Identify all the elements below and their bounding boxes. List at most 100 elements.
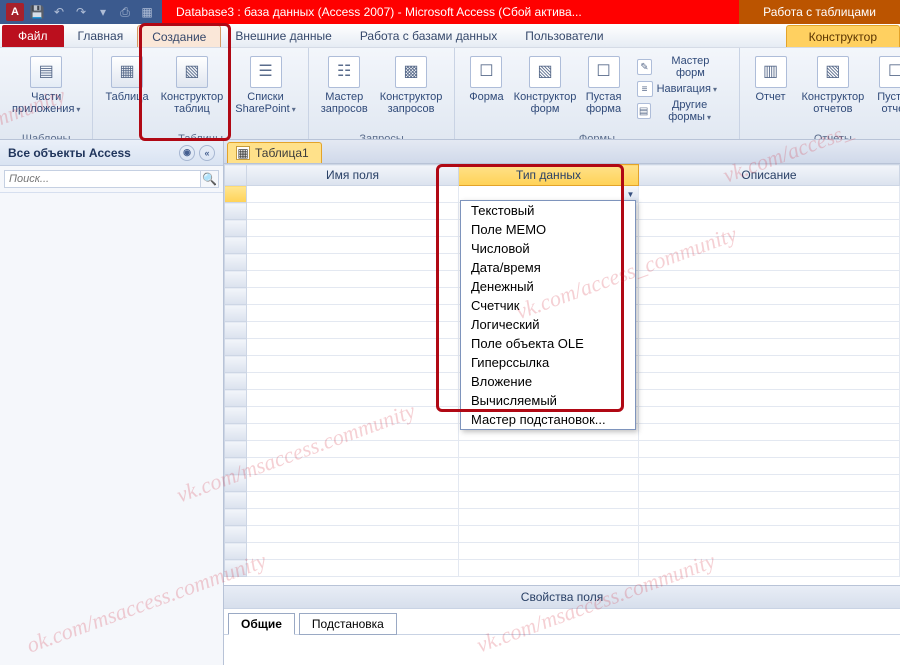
column-header-type[interactable]: Тип данных <box>459 165 639 186</box>
application-parts-button[interactable]: ▤ Части приложения <box>6 52 86 128</box>
row-selector[interactable] <box>225 271 247 288</box>
row-selector[interactable] <box>225 322 247 339</box>
save-icon[interactable]: 💾 <box>28 3 46 21</box>
cell-data-type[interactable] <box>459 560 639 577</box>
cell-description[interactable] <box>639 288 900 305</box>
row-selector[interactable] <box>225 305 247 322</box>
redo-icon[interactable]: ↷ <box>72 3 90 21</box>
cell-field-name[interactable] <box>247 271 459 288</box>
cell-description[interactable] <box>639 560 900 577</box>
dropdown-option[interactable]: Поле МЕМО <box>461 220 635 239</box>
quickprint-icon[interactable]: ⎙ <box>116 3 134 21</box>
data-type-dropdown[interactable]: ТекстовыйПоле МЕМОЧисловойДата/времяДене… <box>460 200 636 430</box>
cell-description[interactable] <box>639 458 900 475</box>
cell-description[interactable] <box>639 441 900 458</box>
form-wizard-button[interactable]: ✎Мастер форм <box>633 56 729 78</box>
cell-field-name[interactable] <box>247 492 459 509</box>
tab-designer[interactable]: Конструктор <box>786 25 900 47</box>
property-tab-lookup[interactable]: Подстановка <box>299 613 397 635</box>
cell-description[interactable] <box>639 186 900 203</box>
cell-description[interactable] <box>639 373 900 390</box>
cell-description[interactable] <box>639 203 900 220</box>
cell-data-type[interactable] <box>459 492 639 509</box>
report-designer-button[interactable]: ▧ Конструктор отчетов <box>796 52 871 128</box>
cell-field-name[interactable] <box>247 475 459 492</box>
cell-field-name[interactable] <box>247 356 459 373</box>
cell-description[interactable] <box>639 237 900 254</box>
sharepoint-lists-button[interactable]: ☰ Списки SharePoint <box>229 52 301 128</box>
cell-description[interactable] <box>639 339 900 356</box>
cell-field-name[interactable] <box>247 441 459 458</box>
search-icon[interactable]: 🔍 <box>201 170 219 188</box>
cell-data-type[interactable] <box>459 543 639 560</box>
cell-description[interactable] <box>639 543 900 560</box>
cell-description[interactable] <box>639 305 900 322</box>
tab-file[interactable]: Файл <box>2 25 64 47</box>
row-selector[interactable] <box>225 339 247 356</box>
dropdown-option[interactable]: Вложение <box>461 372 635 391</box>
dropdown-option[interactable]: Гиперссылка <box>461 353 635 372</box>
cell-description[interactable] <box>639 492 900 509</box>
cell-field-name[interactable] <box>247 373 459 390</box>
search-input[interactable] <box>4 170 201 188</box>
cell-data-type[interactable] <box>459 475 639 492</box>
cell-description[interactable] <box>639 322 900 339</box>
cell-field-name[interactable] <box>247 322 459 339</box>
cell-description[interactable] <box>639 526 900 543</box>
row-selector[interactable] <box>225 458 247 475</box>
row-selector[interactable] <box>225 543 247 560</box>
cell-field-name[interactable] <box>247 526 459 543</box>
select-all-corner[interactable] <box>225 165 247 186</box>
dropdown-option[interactable]: Мастер подстановок... <box>461 410 635 429</box>
dropdown-option[interactable]: Дата/время <box>461 258 635 277</box>
cell-field-name[interactable] <box>247 288 459 305</box>
form-button[interactable]: ☐ Форма <box>461 52 511 128</box>
cell-field-name[interactable] <box>247 220 459 237</box>
qat-menu-icon[interactable]: ▾ <box>94 3 112 21</box>
cell-field-name[interactable] <box>247 237 459 254</box>
cell-description[interactable] <box>639 254 900 271</box>
cell-field-name[interactable] <box>247 305 459 322</box>
blank-form-button[interactable]: ☐ Пустая форма <box>579 52 629 128</box>
other-forms-button[interactable]: ▤Другие формы <box>633 100 729 122</box>
row-selector[interactable] <box>225 560 247 577</box>
dropdown-option[interactable]: Вычисляемый <box>461 391 635 410</box>
cell-description[interactable] <box>639 271 900 288</box>
cell-field-name[interactable] <box>247 186 459 203</box>
cell-data-type[interactable] <box>459 509 639 526</box>
cell-field-name[interactable] <box>247 339 459 356</box>
column-header-name[interactable]: Имя поля <box>247 165 459 186</box>
cell-description[interactable] <box>639 407 900 424</box>
tab-external-data[interactable]: Внешние данные <box>221 25 346 47</box>
row-selector[interactable] <box>225 288 247 305</box>
dropdown-option[interactable]: Логический <box>461 315 635 334</box>
cell-description[interactable] <box>639 424 900 441</box>
row-selector[interactable] <box>225 220 247 237</box>
datasheet-icon[interactable]: ▦ <box>138 3 156 21</box>
row-selector[interactable] <box>225 390 247 407</box>
cell-data-type[interactable] <box>459 526 639 543</box>
navigation-button[interactable]: ≡Навигация <box>633 78 729 100</box>
cell-field-name[interactable] <box>247 458 459 475</box>
cell-field-name[interactable] <box>247 560 459 577</box>
tab-users[interactable]: Пользователи <box>511 25 617 47</box>
property-tab-general[interactable]: Общие <box>228 613 295 635</box>
row-selector[interactable] <box>225 509 247 526</box>
row-selector[interactable] <box>225 407 247 424</box>
navpane-header[interactable]: Все объекты Access ◉ « <box>0 140 223 166</box>
row-selector[interactable] <box>225 441 247 458</box>
table-designer-button[interactable]: ▧ Конструктор таблиц <box>155 52 230 128</box>
query-wizard-button[interactable]: ☷ Мастер запросов <box>315 52 374 128</box>
cell-field-name[interactable] <box>247 407 459 424</box>
dropdown-option[interactable]: Текстовый <box>461 201 635 220</box>
cell-data-type[interactable] <box>459 458 639 475</box>
cell-field-name[interactable] <box>247 203 459 220</box>
chevron-left-icon[interactable]: « <box>199 145 215 161</box>
cell-field-name[interactable] <box>247 390 459 407</box>
tab-home[interactable]: Главная <box>64 25 138 47</box>
row-selector[interactable] <box>225 492 247 509</box>
row-selector[interactable] <box>225 424 247 441</box>
dropdown-option[interactable]: Числовой <box>461 239 635 258</box>
cell-description[interactable] <box>639 356 900 373</box>
dropdown-option[interactable]: Поле объекта OLE <box>461 334 635 353</box>
